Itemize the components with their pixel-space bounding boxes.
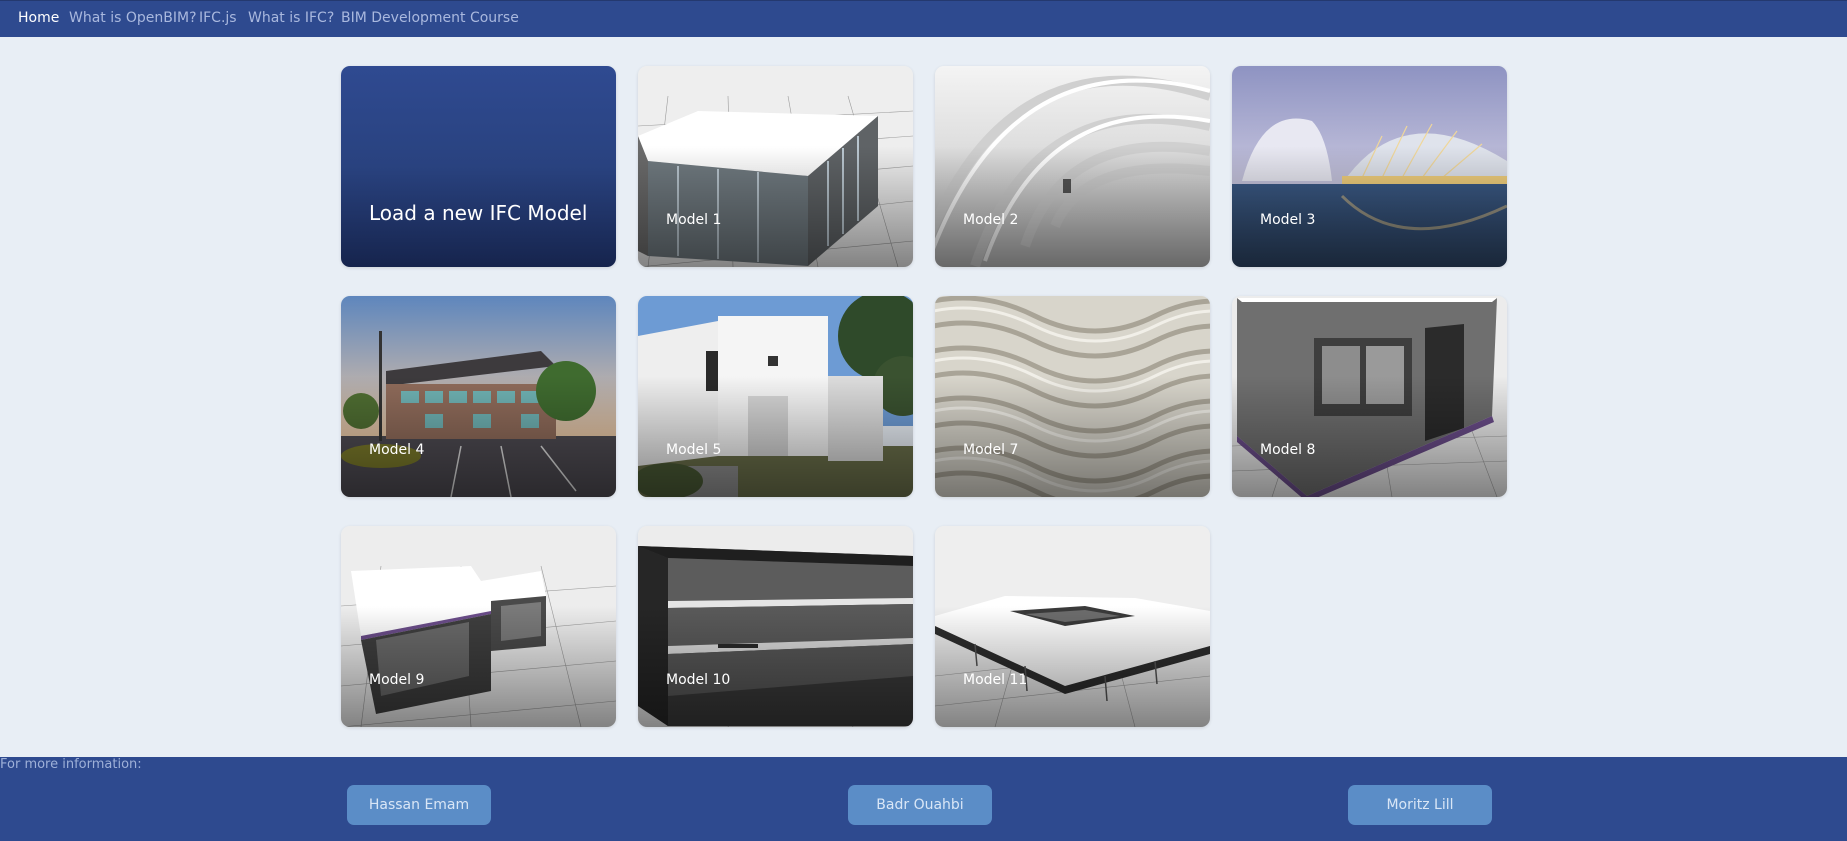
footer: For more information: Hassan Emam Badr O… <box>0 757 1847 841</box>
model-card-label: Model 8 <box>1260 442 1316 458</box>
nav-ifcjs-link[interactable]: IFC.js <box>199 10 237 26</box>
model-card-label: Model 7 <box>963 442 1019 458</box>
model-card-label: Model 11 <box>963 672 1028 688</box>
nav-openbim-link[interactable]: What is OpenBIM? <box>69 10 197 26</box>
model-5-shade <box>638 376 913 497</box>
model-card-5[interactable]: Model 5 <box>638 296 913 497</box>
nav-ifc-link[interactable]: What is IFC? <box>248 10 334 26</box>
model-1-shade <box>638 146 913 267</box>
model-card-1[interactable]: Model 1 <box>638 66 913 267</box>
model-card-label: Model 5 <box>666 442 722 458</box>
model-card-label: Model 2 <box>963 212 1019 228</box>
contact-button-hassan-emam[interactable]: Hassan Emam <box>347 785 491 825</box>
load-ifc-model-label: Load a new IFC Model <box>369 201 588 225</box>
model-card-4[interactable]: Model 4 <box>341 296 616 497</box>
model-10-shade <box>638 606 913 727</box>
footer-info-text: For more information: <box>0 757 142 772</box>
model-3-shade <box>1232 146 1507 267</box>
model-card-label: Model 9 <box>369 672 425 688</box>
top-navbar: Home What is OpenBIM? IFC.js What is IFC… <box>0 0 1847 37</box>
model-card-label: Model 1 <box>666 212 722 228</box>
model-card-10[interactable]: Model 10 <box>638 526 913 727</box>
model-card-7[interactable]: Model 7 <box>935 296 1210 497</box>
model-card-3[interactable]: Model 3 <box>1232 66 1507 267</box>
model-card-2[interactable]: Model 2 <box>935 66 1210 267</box>
model-7-shade <box>935 376 1210 497</box>
model-card-label: Model 10 <box>666 672 731 688</box>
load-ifc-model-card[interactable]: Load a new IFC Model <box>341 66 616 267</box>
model-card-9[interactable]: Model 9 <box>341 526 616 727</box>
model-card-label: Model 4 <box>369 442 425 458</box>
model-2-shade <box>935 146 1210 267</box>
model-8-shade <box>1232 376 1507 497</box>
model-11-shade <box>935 606 1210 727</box>
contact-button-badr-ouahbi[interactable]: Badr Ouahbi <box>848 785 992 825</box>
nav-bim-course-link[interactable]: BIM Development Course <box>341 10 519 26</box>
nav-home-link[interactable]: Home <box>18 10 59 26</box>
model-card-label: Model 3 <box>1260 212 1316 228</box>
contact-button-moritz-lill[interactable]: Moritz Lill <box>1348 785 1492 825</box>
model-9-shade <box>341 606 616 727</box>
model-4-shade <box>341 376 616 497</box>
model-card-8[interactable]: Model 8 <box>1232 296 1507 497</box>
model-card-11[interactable]: Model 11 <box>935 526 1210 727</box>
